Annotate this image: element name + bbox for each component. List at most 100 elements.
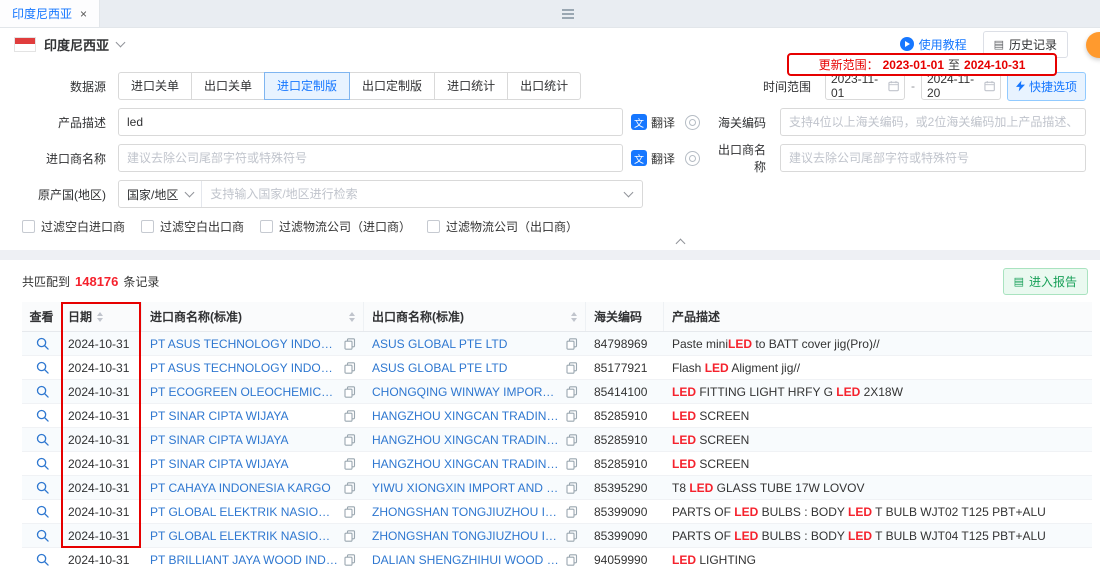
- copy-icon[interactable]: [344, 338, 356, 350]
- hs-code-input[interactable]: [780, 108, 1086, 136]
- highlighted-term: LED: [705, 361, 729, 375]
- copy-icon[interactable]: [566, 386, 578, 398]
- translate-button[interactable]: 文 翻译: [631, 114, 675, 131]
- sort-date-button[interactable]: [97, 312, 103, 322]
- copy-icon[interactable]: [344, 410, 356, 422]
- copy-icon[interactable]: [566, 410, 578, 422]
- copy-icon[interactable]: [344, 482, 356, 494]
- date-to-input[interactable]: 2024-11-20: [921, 72, 1001, 100]
- exporter-link[interactable]: YIWU XIONGXIN IMPORT AND EXPORT...: [372, 481, 560, 495]
- importer-link[interactable]: PT CAHAYA INDONESIA KARGO: [150, 481, 338, 495]
- copy-icon[interactable]: [344, 362, 356, 374]
- exporter-name-input[interactable]: [780, 144, 1086, 172]
- view-cell: [22, 433, 62, 446]
- copy-icon[interactable]: [344, 458, 356, 470]
- view-record-icon[interactable]: [36, 385, 49, 398]
- product-desc-cell: LED SCREEN: [664, 433, 1092, 447]
- origin-country-input[interactable]: [202, 182, 625, 206]
- checkbox-icon[interactable]: [141, 220, 154, 233]
- view-record-icon[interactable]: [36, 337, 49, 350]
- section-divider: [0, 250, 1100, 260]
- date-from-input[interactable]: 2023-11-01: [825, 72, 905, 100]
- product-desc-label: 产品描述: [14, 114, 118, 131]
- tutorial-link[interactable]: 使用教程: [900, 36, 967, 53]
- exporter-link[interactable]: CHONGQING WINWAY IMPORT AND E...: [372, 385, 560, 399]
- view-record-icon[interactable]: [36, 457, 49, 470]
- copy-icon[interactable]: [566, 434, 578, 446]
- importer-link[interactable]: PT BRILLIANT JAYA WOOD INDUSTRY: [150, 553, 338, 567]
- importer-link[interactable]: PT SINAR CIPTA WIJAYA: [150, 457, 338, 471]
- exporter-link[interactable]: HANGZHOU XINGCAN TRADING CO LTD: [372, 409, 560, 423]
- enter-report-button[interactable]: ▤ 进入报告: [1003, 268, 1088, 295]
- tab-close-icon[interactable]: ×: [80, 7, 87, 21]
- copy-icon[interactable]: [344, 386, 356, 398]
- exporter-link[interactable]: DALIAN SHENGZHIHUI WOOD INDUST...: [372, 553, 560, 567]
- checkbox-filter-logistics-exporter[interactable]: 过滤物流公司（出口商）: [427, 218, 578, 235]
- copy-icon[interactable]: [566, 482, 578, 494]
- exporter-link[interactable]: ZHONGSHAN TONGJIUZHOU INTERNA...: [372, 529, 560, 543]
- copy-icon[interactable]: [344, 434, 356, 446]
- view-record-icon[interactable]: [36, 361, 49, 374]
- checkbox-filter-logistics-importer[interactable]: 过滤物流公司（进口商）: [260, 218, 411, 235]
- checkbox-icon[interactable]: [22, 220, 35, 233]
- exporter-link[interactable]: ASUS GLOBAL PTE LTD: [372, 337, 560, 351]
- exporter-link[interactable]: HANGZHOU XINGCAN TRADING CO LTD: [372, 433, 560, 447]
- tab-indonesia[interactable]: 印度尼西亚 ×: [0, 0, 100, 27]
- collapse-filters-button[interactable]: [14, 234, 1086, 250]
- view-record-icon[interactable]: [36, 481, 49, 494]
- tab-menu-icon[interactable]: [562, 9, 574, 11]
- data-source-tab-import-stats[interactable]: 进口统计: [434, 72, 508, 100]
- data-source-tab-import-custom[interactable]: 进口定制版: [264, 72, 350, 100]
- exporter-link[interactable]: HANGZHOU XINGCAN TRADING CO LTD: [372, 457, 560, 471]
- copy-icon[interactable]: [344, 530, 356, 542]
- checkbox-label: 过滤物流公司（进口商）: [279, 218, 411, 235]
- exact-match-icon[interactable]: [685, 151, 700, 166]
- product-desc-input[interactable]: [118, 108, 623, 136]
- count-suffix: 条记录: [123, 273, 159, 290]
- importer-name-input[interactable]: [118, 144, 623, 172]
- data-source-tab-export-custom[interactable]: 出口定制版: [349, 72, 435, 100]
- header-product-desc: 产品描述: [672, 308, 720, 325]
- copy-icon[interactable]: [344, 506, 356, 518]
- data-source-tab-export-stats[interactable]: 出口统计: [507, 72, 581, 100]
- checkbox-icon[interactable]: [260, 220, 273, 233]
- importer-link[interactable]: PT SINAR CIPTA WIJAYA: [150, 409, 338, 423]
- checkbox-filter-blank-exporter[interactable]: 过滤空白出口商: [141, 218, 244, 235]
- origin-country-select[interactable]: 国家/地区: [119, 181, 202, 207]
- importer-link[interactable]: PT GLOBAL ELEKTRIK NASIONAL: [150, 505, 338, 519]
- importer-link[interactable]: PT ASUS TECHNOLOGY INDONESIA BA...: [150, 337, 338, 351]
- importer-link[interactable]: PT ASUS TECHNOLOGY INDONESIA BA...: [150, 361, 338, 375]
- copy-icon[interactable]: [566, 506, 578, 518]
- translate-button[interactable]: 文 翻译: [631, 150, 675, 167]
- exporter-link[interactable]: ZHONGSHAN TONGJIUZHOU INTERNA...: [372, 505, 560, 519]
- checkbox-filter-blank-importer[interactable]: 过滤空白进口商: [22, 218, 125, 235]
- copy-icon[interactable]: [566, 338, 578, 350]
- checkbox-icon[interactable]: [427, 220, 440, 233]
- date-cell: 2024-10-31: [62, 529, 142, 543]
- importer-cell: PT SINAR CIPTA WIJAYA: [142, 433, 364, 447]
- copy-icon[interactable]: [566, 362, 578, 374]
- importer-link[interactable]: PT SINAR CIPTA WIJAYA: [150, 433, 338, 447]
- copy-icon[interactable]: [344, 554, 356, 566]
- importer-link[interactable]: PT GLOBAL ELEKTRIK NASIONAL: [150, 529, 338, 543]
- view-record-icon[interactable]: [36, 409, 49, 422]
- indonesia-flag-icon: [14, 37, 36, 52]
- importer-link[interactable]: PT ECOGREEN OLEOCHEMICALS: [150, 385, 338, 399]
- data-source-tab-export-docs[interactable]: 出口关单: [191, 72, 265, 100]
- data-source-tab-import-docs[interactable]: 进口关单: [118, 72, 192, 100]
- table-header: 查看 日期 进口商名称(标准) 出口商名称(标准) 海关编码 产品描述: [22, 302, 1092, 332]
- sort-exporter-button[interactable]: [571, 312, 577, 322]
- copy-icon[interactable]: [566, 458, 578, 470]
- table-row: 2024-10-31PT ASUS TECHNOLOGY INDONESIA B…: [22, 356, 1092, 380]
- history-label: 历史记录: [1009, 36, 1057, 53]
- exact-match-icon[interactable]: [685, 115, 700, 130]
- sort-importer-button[interactable]: [349, 312, 355, 322]
- view-record-icon[interactable]: [36, 553, 49, 566]
- country-dropdown-icon[interactable]: [116, 38, 126, 48]
- view-record-icon[interactable]: [36, 433, 49, 446]
- copy-icon[interactable]: [566, 530, 578, 542]
- view-record-icon[interactable]: [36, 529, 49, 542]
- view-record-icon[interactable]: [36, 505, 49, 518]
- exporter-link[interactable]: ASUS GLOBAL PTE LTD: [372, 361, 560, 375]
- copy-icon[interactable]: [566, 554, 578, 566]
